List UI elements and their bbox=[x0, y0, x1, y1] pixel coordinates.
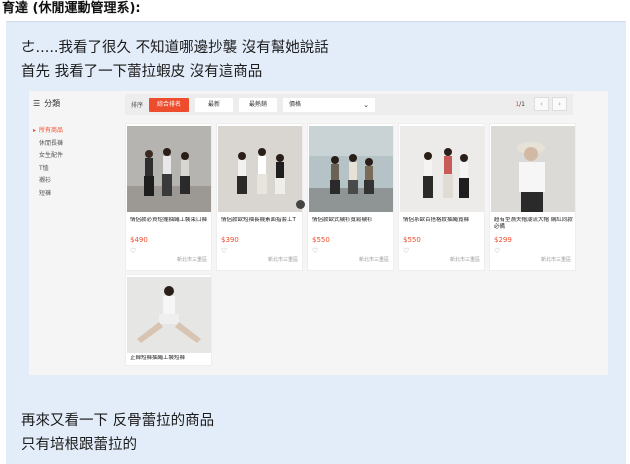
product-price: $550 bbox=[312, 236, 330, 244]
product-card[interactable]: 正韓短褲抽繩工裝短褲 bbox=[125, 274, 212, 366]
pagination: 1/1 ‹ › bbox=[515, 97, 567, 111]
product-location: 新北市三重區 bbox=[449, 257, 480, 263]
product-name: 超有型漁夫帽潮流大帽 網紅同款必備 bbox=[494, 217, 573, 230]
product-photo bbox=[127, 126, 211, 212]
sort-bar: 排序 綜合排名 最新 最熱銷 價格 ⌄ 1/1 ‹ › bbox=[125, 94, 573, 115]
product-location: 新北市三重區 bbox=[267, 257, 298, 263]
heart-icon[interactable]: ♡ bbox=[494, 247, 500, 255]
category-item[interactable]: T恤 bbox=[33, 163, 63, 176]
category-list: ▸ 所有商品 休閒長褲 女生配件 T恤 襯衫 短褲 bbox=[33, 125, 63, 200]
video-icon bbox=[296, 200, 305, 209]
category-title: ☰ 分類 bbox=[33, 99, 61, 108]
chevron-down-icon: ⌄ bbox=[363, 100, 369, 109]
product-name: 情侶系歐百搭格紋抽繩寬褲 bbox=[403, 217, 470, 223]
post-line-2: 首先 我看了一下蕾拉蝦皮 沒有這商品 bbox=[21, 64, 263, 80]
product-price: $550 bbox=[403, 236, 421, 244]
product-photo bbox=[400, 126, 484, 212]
product-name: 情侶款必買短擺抽繩工裝束口褲 bbox=[130, 217, 208, 223]
sort-relevance-button[interactable]: 綜合排名 bbox=[149, 97, 189, 112]
product-card[interactable]: 超有型漁夫帽潮流大帽 網紅同款必備 $299 ♡ 新北市三重區 bbox=[489, 123, 576, 271]
product-photo bbox=[218, 126, 302, 212]
list-icon: ☰ bbox=[33, 99, 41, 108]
post-line-4: 只有培根跟蕾拉的 bbox=[21, 437, 137, 453]
category-item[interactable]: 襯衫 bbox=[33, 175, 63, 188]
product-price: $490 bbox=[130, 236, 148, 244]
product-photo bbox=[309, 126, 393, 212]
heart-icon[interactable]: ♡ bbox=[221, 247, 227, 255]
heart-icon[interactable]: ♡ bbox=[130, 247, 136, 255]
product-photo bbox=[491, 126, 575, 212]
category-item[interactable]: 休閒長褲 bbox=[33, 138, 63, 151]
product-name: 情侶款歐式襯衫寬鬆襯衫 bbox=[312, 217, 373, 223]
prev-page-button[interactable]: ‹ bbox=[534, 97, 549, 111]
category-item-all[interactable]: ▸ 所有商品 bbox=[33, 125, 63, 138]
post-body: ㄜ.....我看了很久 不知道哪邊抄襲 沒有幫她說話 首先 我看了一下蕾拉蝦皮 … bbox=[6, 21, 626, 464]
category-item[interactable]: 女生配件 bbox=[33, 150, 63, 163]
sort-top-sales-button[interactable]: 最熱銷 bbox=[239, 97, 277, 112]
category-item[interactable]: 短褲 bbox=[33, 188, 63, 201]
product-location: 新北市三重區 bbox=[358, 257, 389, 263]
sort-latest-button[interactable]: 最新 bbox=[195, 97, 233, 112]
post-author-header: 育達 (休閒運動管理系): bbox=[2, 1, 141, 16]
page-indicator: 1/1 bbox=[515, 100, 525, 108]
next-page-button[interactable]: › bbox=[552, 97, 567, 111]
post-line-3: 再來又看一下 反骨蕾拉的商品 bbox=[21, 413, 215, 429]
product-location: 新北市三重區 bbox=[540, 257, 571, 263]
sort-label: 排序 bbox=[131, 102, 144, 109]
product-card[interactable]: 情侶系歐百搭格紋抽繩寬褲 $550 ♡ 新北市三重區 bbox=[398, 123, 485, 271]
heart-icon[interactable]: ♡ bbox=[403, 247, 409, 255]
product-card[interactable]: 情侶款歐式襯衫寬鬆襯衫 $550 ♡ 新北市三重區 bbox=[307, 123, 394, 271]
product-name: 情侶款歐短袖長襪素面指套工T bbox=[221, 217, 296, 223]
product-card[interactable]: 情侶款歐短袖長襪素面指套工T $390 ♡ 新北市三重區 bbox=[216, 123, 305, 271]
price-sort-select[interactable]: 價格 ⌄ bbox=[283, 97, 375, 112]
heart-icon[interactable]: ♡ bbox=[312, 247, 318, 255]
product-price: $390 bbox=[221, 236, 239, 244]
product-location: 新北市三重區 bbox=[176, 257, 207, 263]
category-sidebar: ☰ 分類 ▸ 所有商品 休閒長褲 女生配件 T恤 襯衫 短褲 bbox=[29, 91, 117, 375]
post-line-1: ㄜ.....我看了很久 不知道哪邊抄襲 沒有幫她說話 bbox=[21, 40, 329, 56]
product-photo bbox=[127, 277, 211, 353]
shopee-screenshot: ☰ 分類 ▸ 所有商品 休閒長褲 女生配件 T恤 襯衫 短褲 排序 綜合排名 最新… bbox=[29, 91, 608, 375]
product-name: 正韓短褲抽繩工裝短褲 bbox=[130, 355, 186, 361]
product-card[interactable]: 情侶款必買短擺抽繩工裝束口褲 $490 ♡ 新北市三重區 bbox=[125, 123, 212, 271]
product-price: $299 bbox=[494, 236, 512, 244]
